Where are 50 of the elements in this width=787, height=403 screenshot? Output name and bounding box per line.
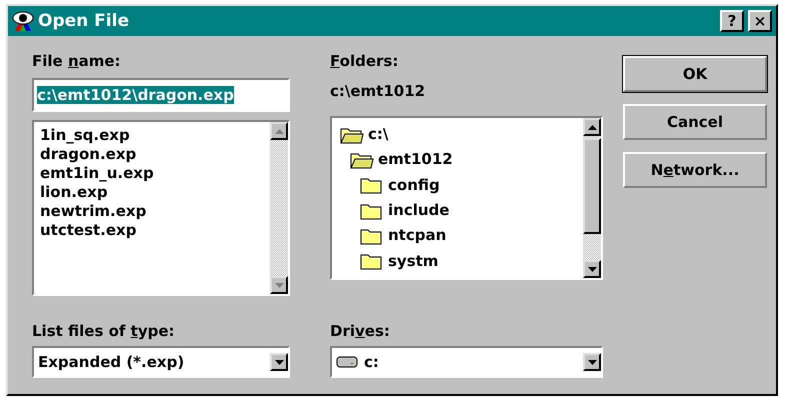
file-item[interactable]: lion.exp: [40, 183, 264, 202]
folder-icon: [360, 252, 384, 270]
field-label: List files of type:: [32, 321, 176, 342]
dialog-button[interactable]: Network...: [623, 152, 767, 188]
file-item[interactable]: dragon.exp: [40, 145, 264, 164]
scroll-up-button[interactable]: [583, 118, 601, 136]
file-list[interactable]: 1in_sq.exp dragon.exp emt1in_u.exp lion.exp newtrim.exp utctest.exp: [32, 120, 290, 296]
folder-list[interactable]: c:\ emt1012 config include ntcpan systm: [330, 116, 603, 280]
folder-item[interactable]: systm: [332, 248, 583, 274]
down-triangle-icon: [588, 360, 596, 364]
up-triangle-icon: [588, 124, 596, 130]
file-name-field[interactable]: c:\emt1012\dragon.exp: [32, 78, 290, 112]
folder-item[interactable]: c:\: [332, 122, 583, 148]
scroll-up-button[interactable]: [270, 122, 288, 140]
drive-icon: [336, 355, 358, 369]
down-triangle-icon: [588, 266, 596, 272]
folder-item[interactable]: emt1012: [332, 147, 583, 173]
file-type-dropdown[interactable]: Expanded (*.exp): [32, 346, 290, 378]
down-triangle-icon: [274, 360, 284, 364]
scroll-down-button[interactable]: [270, 276, 288, 294]
open-folder-icon: [340, 126, 364, 144]
folder-item[interactable]: ntcpan: [332, 223, 583, 249]
close-button[interactable]: ×: [748, 10, 772, 32]
file-item[interactable]: newtrim.exp: [40, 202, 264, 221]
scroll-down-button[interactable]: [583, 260, 601, 278]
scrollbar[interactable]: [583, 118, 601, 278]
open-folder-icon: [350, 150, 374, 169]
dropdown-arrow-button[interactable]: [583, 353, 601, 371]
eye-icon: [12, 10, 34, 32]
folders-label: Folders:: [330, 51, 400, 72]
file-item[interactable]: emt1in_u.exp: [40, 164, 264, 183]
file-item[interactable]: utctest.exp: [40, 221, 264, 240]
help-button[interactable]: ?: [720, 10, 744, 32]
field-label: Drives:: [330, 321, 391, 342]
file-item[interactable]: 1in_sq.exp: [40, 126, 264, 145]
dialog-button[interactable]: Cancel: [623, 104, 767, 140]
down-triangle-icon: [274, 282, 284, 288]
current-path: c:\emt1012: [330, 81, 426, 102]
drive-dropdown[interactable]: c:: [330, 346, 603, 378]
up-triangle-icon: [274, 128, 284, 134]
dropdown-arrow-button[interactable]: [270, 353, 288, 371]
dialog-button[interactable]: OK: [623, 56, 767, 92]
folder-item[interactable]: include: [332, 198, 583, 224]
folder-icon: [360, 226, 384, 245]
folder-icon: [360, 176, 384, 194]
window-title: Open File: [38, 11, 130, 31]
scrollbar[interactable]: [270, 122, 288, 294]
folder-item[interactable]: config: [332, 172, 583, 198]
folder-icon: [360, 202, 384, 220]
field-label: File name:: [32, 51, 122, 72]
